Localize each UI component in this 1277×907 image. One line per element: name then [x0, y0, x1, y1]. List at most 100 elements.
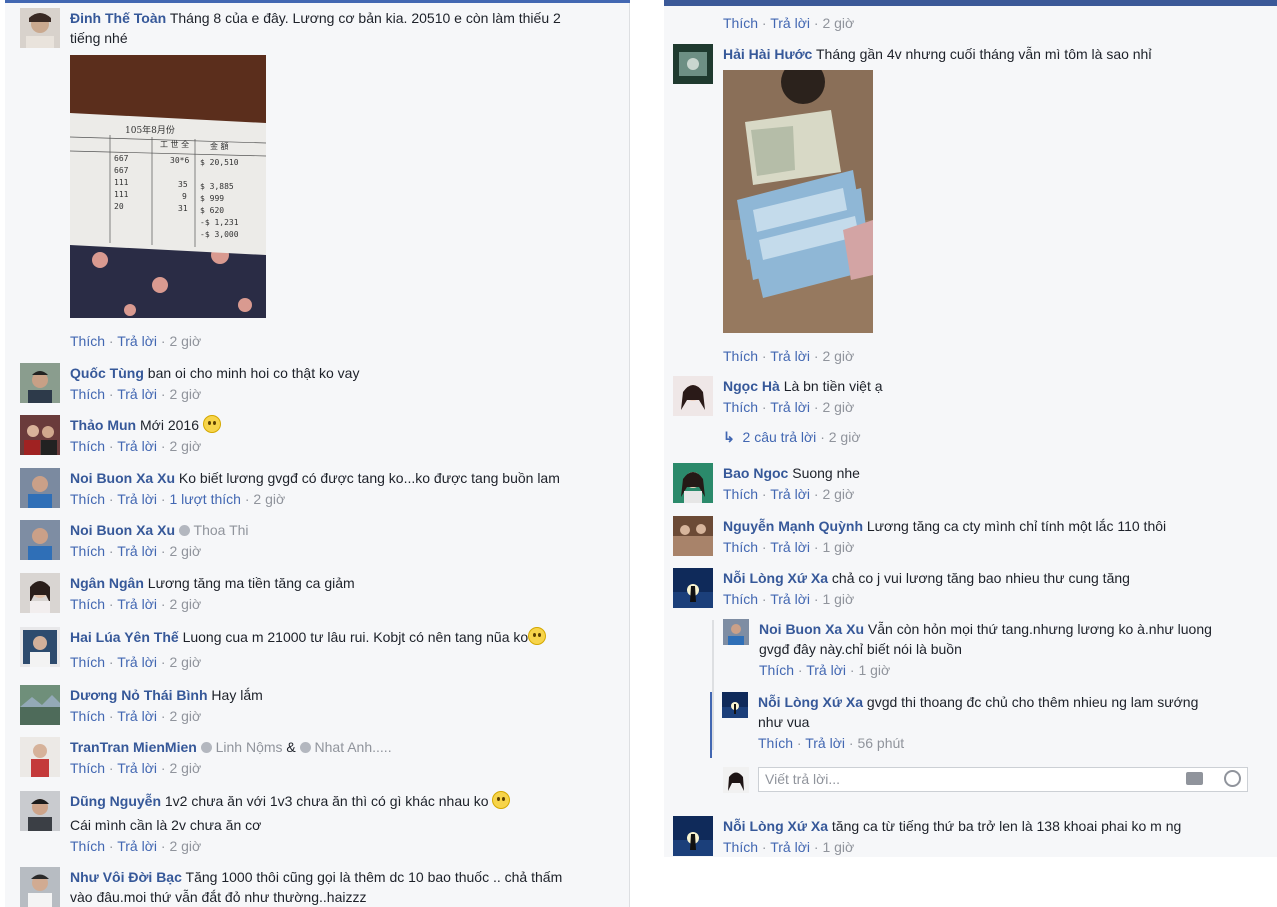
like-link[interactable]: Thích: [70, 708, 105, 724]
avatar[interactable]: [673, 463, 713, 503]
like-count-link[interactable]: 1 lượt thích: [169, 491, 240, 507]
emoji-icon[interactable]: [1224, 770, 1241, 787]
comment-author[interactable]: Đinh Thế Toàn: [70, 10, 166, 26]
timestamp[interactable]: 2 giờ: [822, 348, 854, 364]
like-link[interactable]: Thích: [758, 735, 793, 751]
reply-link[interactable]: Trả lời: [117, 333, 157, 349]
avatar[interactable]: [723, 619, 749, 645]
view-replies-link[interactable]: 2 câu trả lời: [743, 429, 817, 445]
timestamp[interactable]: 2 giờ: [822, 399, 854, 415]
view-replies[interactable]: ↳ 2 câu trả lời · 2 giờ: [723, 426, 1273, 448]
avatar[interactable]: [20, 685, 60, 725]
timestamp[interactable]: 2 giờ: [822, 15, 854, 31]
comment-author[interactable]: Dũng Nguyễn: [70, 793, 161, 809]
comment-author[interactable]: Nguyễn Mạnh Quỳnh: [723, 518, 863, 534]
like-link[interactable]: Thích: [723, 399, 758, 415]
comment-author[interactable]: Nỗi Lòng Xứ Xa: [723, 570, 828, 586]
timestamp[interactable]: 1 giờ: [822, 539, 854, 555]
like-link[interactable]: Thích: [723, 539, 758, 555]
timestamp[interactable]: 2 giờ: [169, 543, 201, 559]
reply-link[interactable]: Trả lời: [805, 735, 845, 751]
avatar[interactable]: [20, 737, 60, 777]
avatar[interactable]: [20, 415, 60, 455]
reply-link[interactable]: Trả lời: [117, 438, 157, 454]
avatar[interactable]: [673, 44, 713, 84]
reply-link[interactable]: Trả lời: [117, 596, 157, 612]
like-link[interactable]: Thích: [70, 760, 105, 776]
avatar[interactable]: [673, 568, 713, 608]
like-link[interactable]: Thích: [70, 491, 105, 507]
reply-link[interactable]: Trả lời: [770, 348, 810, 364]
timestamp[interactable]: 2 giờ: [169, 333, 201, 349]
avatar[interactable]: [673, 516, 713, 556]
like-link[interactable]: Thích: [723, 348, 758, 364]
like-link[interactable]: Thích: [70, 386, 105, 402]
avatar[interactable]: [722, 692, 748, 718]
timestamp[interactable]: 2 giờ: [169, 760, 201, 776]
reply-input[interactable]: Viết trả lời...: [758, 767, 1248, 792]
avatar[interactable]: [20, 791, 60, 831]
timestamp[interactable]: 1 giờ: [822, 591, 854, 607]
reply-link[interactable]: Trả lời: [806, 662, 846, 678]
like-link[interactable]: Thích: [70, 596, 105, 612]
reply-link[interactable]: Trả lời: [117, 491, 157, 507]
timestamp[interactable]: 1 giờ: [858, 662, 890, 678]
avatar[interactable]: [20, 867, 60, 907]
tagged-user[interactable]: Nhat Anh.....: [315, 739, 392, 755]
like-link[interactable]: Thích: [723, 591, 758, 607]
timestamp[interactable]: 2 giờ: [169, 708, 201, 724]
like-link[interactable]: Thích: [70, 438, 105, 454]
comment-author[interactable]: Noi Buon Xa Xu: [70, 522, 175, 538]
timestamp[interactable]: 2 giờ: [253, 491, 285, 507]
like-link[interactable]: Thích: [70, 838, 105, 854]
timestamp[interactable]: 56 phút: [857, 735, 904, 751]
avatar[interactable]: [20, 520, 60, 560]
reply-link[interactable]: Trả lời: [117, 543, 157, 559]
timestamp[interactable]: 2 giờ: [169, 838, 201, 854]
comment-author[interactable]: TranTran MienMien: [70, 739, 197, 755]
avatar[interactable]: [20, 363, 60, 403]
timestamp[interactable]: 2 giờ: [822, 486, 854, 502]
money-photo[interactable]: [723, 70, 873, 333]
like-link[interactable]: Thích: [723, 15, 758, 31]
timestamp[interactable]: 1 giờ: [822, 839, 854, 855]
comment-author[interactable]: Ngân Ngân: [70, 575, 144, 591]
reply-link[interactable]: Trả lời: [770, 399, 810, 415]
reply-link[interactable]: Trả lời: [770, 839, 810, 855]
reply-link[interactable]: Trả lời: [117, 654, 157, 670]
comment-author[interactable]: Thảo Mun: [70, 417, 136, 433]
comment-author[interactable]: Noi Buon Xa Xu: [70, 470, 175, 486]
timestamp[interactable]: 2 giờ: [169, 654, 201, 670]
payslip-photo[interactable]: 105年8月份 工 世 全 金 額 667 30*6 $ 20,510 667 11…: [70, 55, 266, 318]
reply-author[interactable]: Nỗi Lòng Xứ Xa: [758, 694, 863, 710]
like-link[interactable]: Thích: [70, 333, 105, 349]
reply-author[interactable]: Noi Buon Xa Xu: [759, 621, 864, 637]
comment-author[interactable]: Ngọc Hà: [723, 378, 780, 394]
comment-author[interactable]: Bao Ngoc: [723, 465, 788, 481]
reply-link[interactable]: Trả lời: [117, 386, 157, 402]
avatar[interactable]: [20, 8, 60, 48]
reply-link[interactable]: Trả lời: [117, 708, 157, 724]
like-link[interactable]: Thích: [759, 662, 794, 678]
avatar[interactable]: [20, 627, 60, 667]
reply-link[interactable]: Trả lời: [770, 15, 810, 31]
comment-author[interactable]: Nỗi Lòng Xứ Xa: [723, 818, 828, 834]
comment-author[interactable]: Quốc Tùng: [70, 365, 144, 381]
reply-link[interactable]: Trả lời: [770, 591, 810, 607]
like-link[interactable]: Thích: [70, 654, 105, 670]
timestamp[interactable]: 2 giờ: [829, 429, 861, 445]
comment-author[interactable]: Dương Nỏ Thái Bình: [70, 687, 208, 703]
avatar[interactable]: [673, 816, 713, 856]
comment-author[interactable]: Hải Hài Hước: [723, 46, 812, 62]
comment-author[interactable]: Hai Lúa Yên Thế: [70, 629, 179, 645]
avatar[interactable]: [20, 468, 60, 508]
reply-link[interactable]: Trả lời: [117, 838, 157, 854]
timestamp[interactable]: 2 giờ: [169, 438, 201, 454]
timestamp[interactable]: 2 giờ: [169, 596, 201, 612]
reply-link[interactable]: Trả lời: [117, 760, 157, 776]
camera-icon[interactable]: [1186, 772, 1203, 785]
like-link[interactable]: Thích: [723, 486, 758, 502]
avatar[interactable]: [673, 376, 713, 416]
reply-link[interactable]: Trả lời: [770, 486, 810, 502]
like-link[interactable]: Thích: [70, 543, 105, 559]
